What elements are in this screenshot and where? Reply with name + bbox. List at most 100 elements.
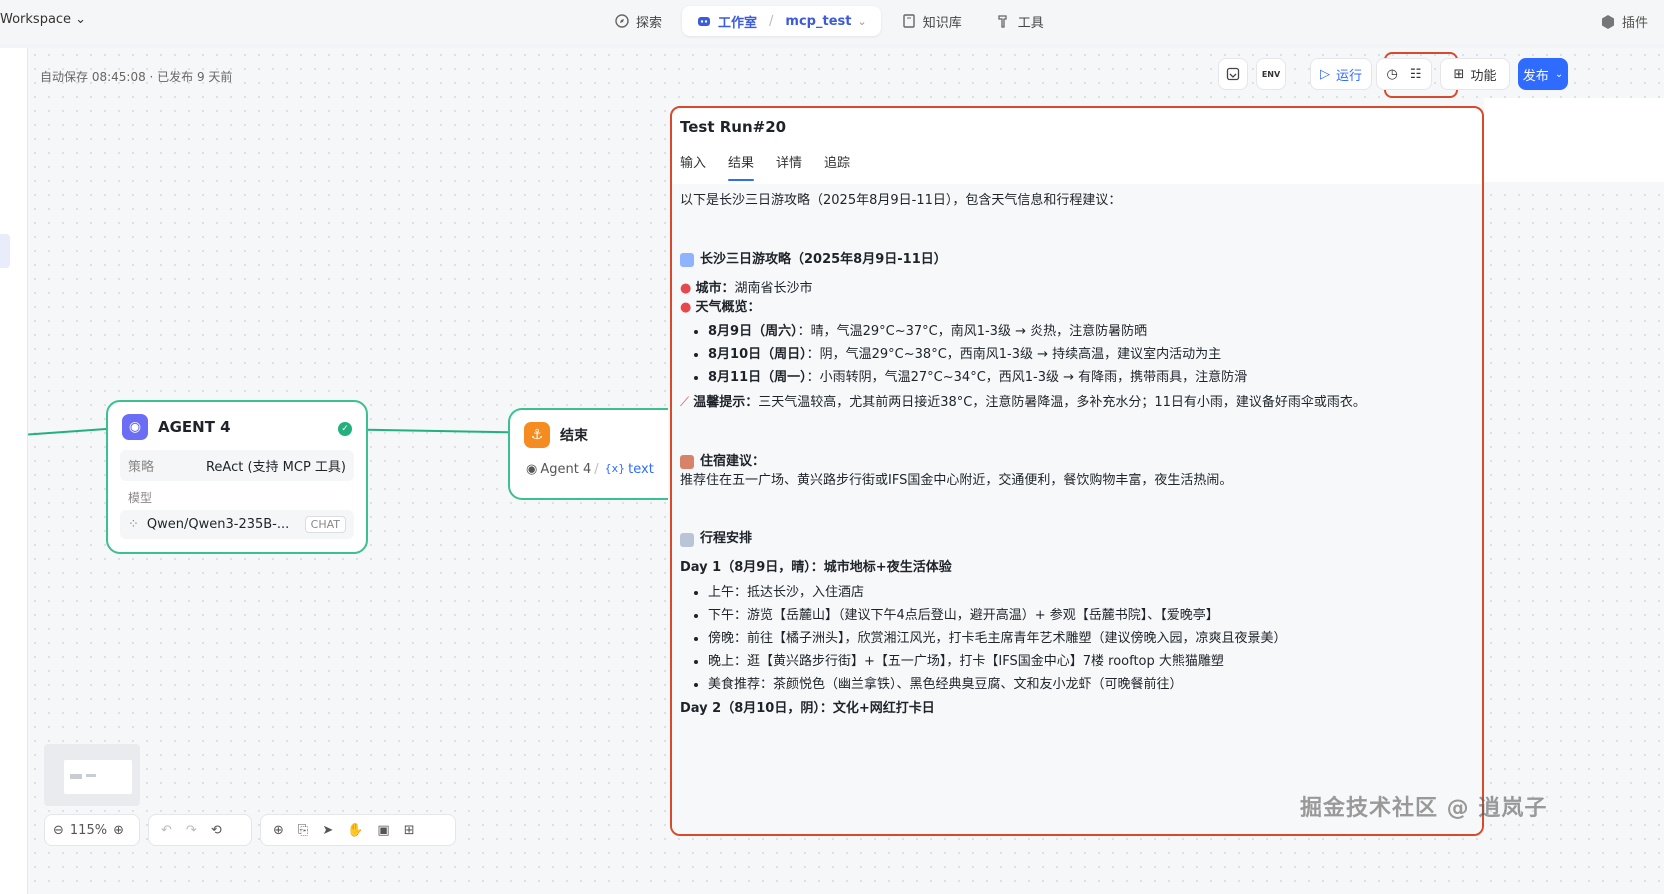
nav-explore-label: 探索 — [636, 15, 663, 31]
play-icon: ▷ — [1319, 66, 1330, 82]
env-button[interactable]: ENV — [1256, 58, 1286, 90]
weather-label: 天气概览： — [695, 299, 761, 315]
hand-icon[interactable]: ✋ — [347, 823, 363, 838]
calendar-icon — [680, 532, 694, 547]
chevron-down-icon: ⌄ — [75, 12, 86, 27]
import-button[interactable] — [1218, 58, 1248, 90]
rail-active-marker[interactable] — [0, 234, 10, 268]
features-button[interactable]: ⊞ 功能 — [1440, 58, 1510, 90]
city-value: 湖南省长沙市 — [734, 280, 813, 296]
city-line: ● 城市：湖南省长沙市 — [680, 280, 1474, 299]
zoom-in-icon[interactable]: ⊕ — [113, 823, 124, 838]
guide-title: 长沙三日游攻略（2025年8月9日-11日） — [700, 251, 947, 267]
end-node-header: ⚓ 结束 — [510, 410, 668, 454]
panel-title: Test Run#20 — [680, 118, 787, 136]
clock-icon: ◷ — [1386, 66, 1398, 82]
model-chip: CHAT — [304, 516, 346, 533]
redo-icon[interactable]: ↷ — [186, 823, 197, 838]
zoom-out-icon[interactable]: ⊖ — [53, 823, 64, 838]
end-node-output: ◉ Agent 4 / {x} text — [526, 462, 654, 477]
strategy-key: 策略 — [128, 460, 155, 475]
undo-icon[interactable]: ↶ — [161, 823, 172, 838]
pin-icon: ● — [680, 280, 692, 296]
itinerary-title: 行程安排 — [700, 531, 753, 547]
main-nav: 探索 工作室 / mcp_test ⌄ 知识库 工具 — [600, 6, 1058, 36]
list-item: 晚上：逛【黄兴路步行街】+【五一广场】，打卡【IFS国金中心】7楼 roofto… — [708, 653, 1474, 672]
export-image-icon[interactable]: ▣ — [377, 823, 389, 838]
city-label: 城市： — [695, 280, 735, 296]
weather-desc: ：晴，气温29°C~37°C，南风1-3级 → 炎热，注意防暑防晒 — [797, 324, 1148, 340]
nav-knowledge[interactable]: 知识库 — [887, 6, 976, 36]
variable-icon: {x} — [604, 462, 626, 475]
history-button[interactable]: ◷ ☷ — [1376, 58, 1432, 90]
run-label: 运行 — [1335, 68, 1362, 84]
list-item: 8月10日（周日）：阴，气温29°C~38°C，西南风1-3级 → 持续高温，建… — [708, 346, 1474, 365]
pointer-icon[interactable]: ➤ — [322, 823, 333, 838]
agent-icon: ◉ — [122, 414, 148, 440]
top-bar: Workspace ⌄ 探索 工作室 / mcp_test ⌄ 知识库 工具 插… — [0, 0, 1664, 44]
nav-studio-label: 工作室 — [718, 15, 758, 31]
chevron-down-icon: ⌄ — [1554, 68, 1564, 80]
nav-tools-label: 工具 — [1017, 15, 1044, 31]
watermark: 掘金技术社区 @ 逍岚子 — [1300, 796, 1548, 821]
hammer-icon — [998, 15, 1007, 28]
run-button[interactable]: ▷ 运行 — [1310, 58, 1372, 90]
strategy-value: ReAct (支持 MCP 工具) — [205, 460, 346, 475]
strategy-row: 策略 ReAct (支持 MCP 工具) — [120, 450, 354, 481]
version-history-icon[interactable]: ⟲ — [211, 823, 222, 838]
model-icon: ⁘ — [128, 517, 139, 532]
agent-node-header: ◉ AGENT 4 — [108, 402, 366, 446]
nav-studio[interactable]: 工作室 / mcp_test ⌄ — [682, 6, 881, 36]
weather-day: 8月10日（周日） — [708, 347, 807, 363]
features-label: 功能 — [1470, 68, 1497, 84]
tab-detail[interactable]: 详情 — [776, 152, 802, 181]
nav-explore[interactable]: 探索 — [600, 6, 676, 36]
list-item: 8月11日（周一）：小雨转阴，气温27°C~34°C，西风1-3级 → 有降雨，… — [708, 369, 1474, 388]
project-name[interactable]: mcp_test — [785, 14, 851, 29]
model-row: ⁘ Qwen/Qwen3-235B-... CHAT — [120, 510, 354, 539]
model-value-wrap: ⁘ Qwen/Qwen3-235B-... — [128, 517, 289, 532]
weather-line: ● 天气概览： — [680, 299, 1474, 318]
add-node-icon[interactable]: ⊕ — [273, 823, 284, 838]
tab-result[interactable]: 结果 — [728, 152, 755, 181]
tab-input[interactable]: 输入 — [680, 152, 706, 181]
workspace-label: Workspace — [0, 12, 72, 27]
tip-line: ⟋ 温馨提示：三天气温较高，尤其前两日接近38°C，注意防暑降温，多补充水分；1… — [680, 394, 1474, 413]
add-note-icon[interactable]: ⎘ — [298, 823, 308, 838]
end-var-sep: / — [594, 462, 599, 477]
result-intro: 以下是长沙三日游攻略（2025年8月9日-11日），包含天气信息和行程建议： — [680, 193, 1122, 208]
success-check-icon: ✓ — [338, 422, 352, 436]
weather-day: 8月11日（周一） — [708, 370, 807, 386]
panel-backdrop — [1484, 98, 1664, 182]
checklist-icon: ☷ — [1409, 66, 1422, 82]
agent-ref-icon: ◉ — [526, 462, 538, 477]
end-node-title: 结束 — [560, 428, 588, 444]
minimap[interactable] — [44, 744, 140, 806]
import-icon — [1226, 67, 1240, 81]
agent-node[interactable]: ◉ AGENT 4 ✓ 策略 ReAct (支持 MCP 工具) 模型 ⁘ Qw… — [106, 400, 368, 554]
plugin-button[interactable]: 插件 — [1600, 12, 1648, 31]
layout-icon[interactable]: ⊞ — [404, 823, 415, 838]
workspace-switcher[interactable]: Workspace ⌄ — [0, 12, 86, 27]
result-content: 以下是长沙三日游攻略（2025年8月9日-11日），包含天气信息和行程建议： 长… — [672, 184, 1482, 834]
left-rail — [0, 48, 28, 894]
end-icon: ⚓ — [524, 422, 550, 448]
panel-tabs: 输入 结果 详情 追踪 — [680, 152, 850, 181]
breadcrumb-separator: / — [769, 13, 774, 29]
agent-node-title: AGENT 4 — [158, 418, 231, 436]
end-node[interactable]: ⚓ 结束 ◉ Agent 4 / {x} text — [508, 408, 668, 500]
weather-desc: ：阴，气温29°C~38°C，西南风1-3级 → 持续高温，建议室内活动为主 — [806, 347, 1222, 363]
plugin-label: 插件 — [1621, 16, 1648, 31]
publish-button[interactable]: 发布 ⌄ — [1518, 58, 1568, 90]
nav-tools[interactable]: 工具 — [982, 6, 1058, 36]
weather-desc: ：小雨转阴，气温27°C~34°C，西风1-3级 → 有降雨，携带雨具，注意防滑 — [806, 370, 1248, 386]
hotel-heading: 住宿建议： — [680, 453, 1474, 472]
model-label: 模型 — [128, 491, 153, 505]
hotel-value: 推荐住在五一广场、黄兴路步行街或IFS国金中心附近，交通便利，餐饮购物丰富，夜生… — [680, 472, 1233, 488]
tab-trace[interactable]: 追踪 — [824, 152, 850, 181]
list-item: 8月9日（周六）：晴，气温29°C~37°C，南风1-3级 → 炎热，注意防暑防… — [708, 323, 1474, 342]
compass-icon — [615, 14, 629, 28]
hotel-icon — [680, 455, 694, 470]
zoom-level: 115% — [69, 822, 108, 838]
weather-list: 8月9日（周六）：晴，气温29°C~37°C，南风1-3级 → 炎热，注意防暑防… — [708, 323, 1474, 388]
